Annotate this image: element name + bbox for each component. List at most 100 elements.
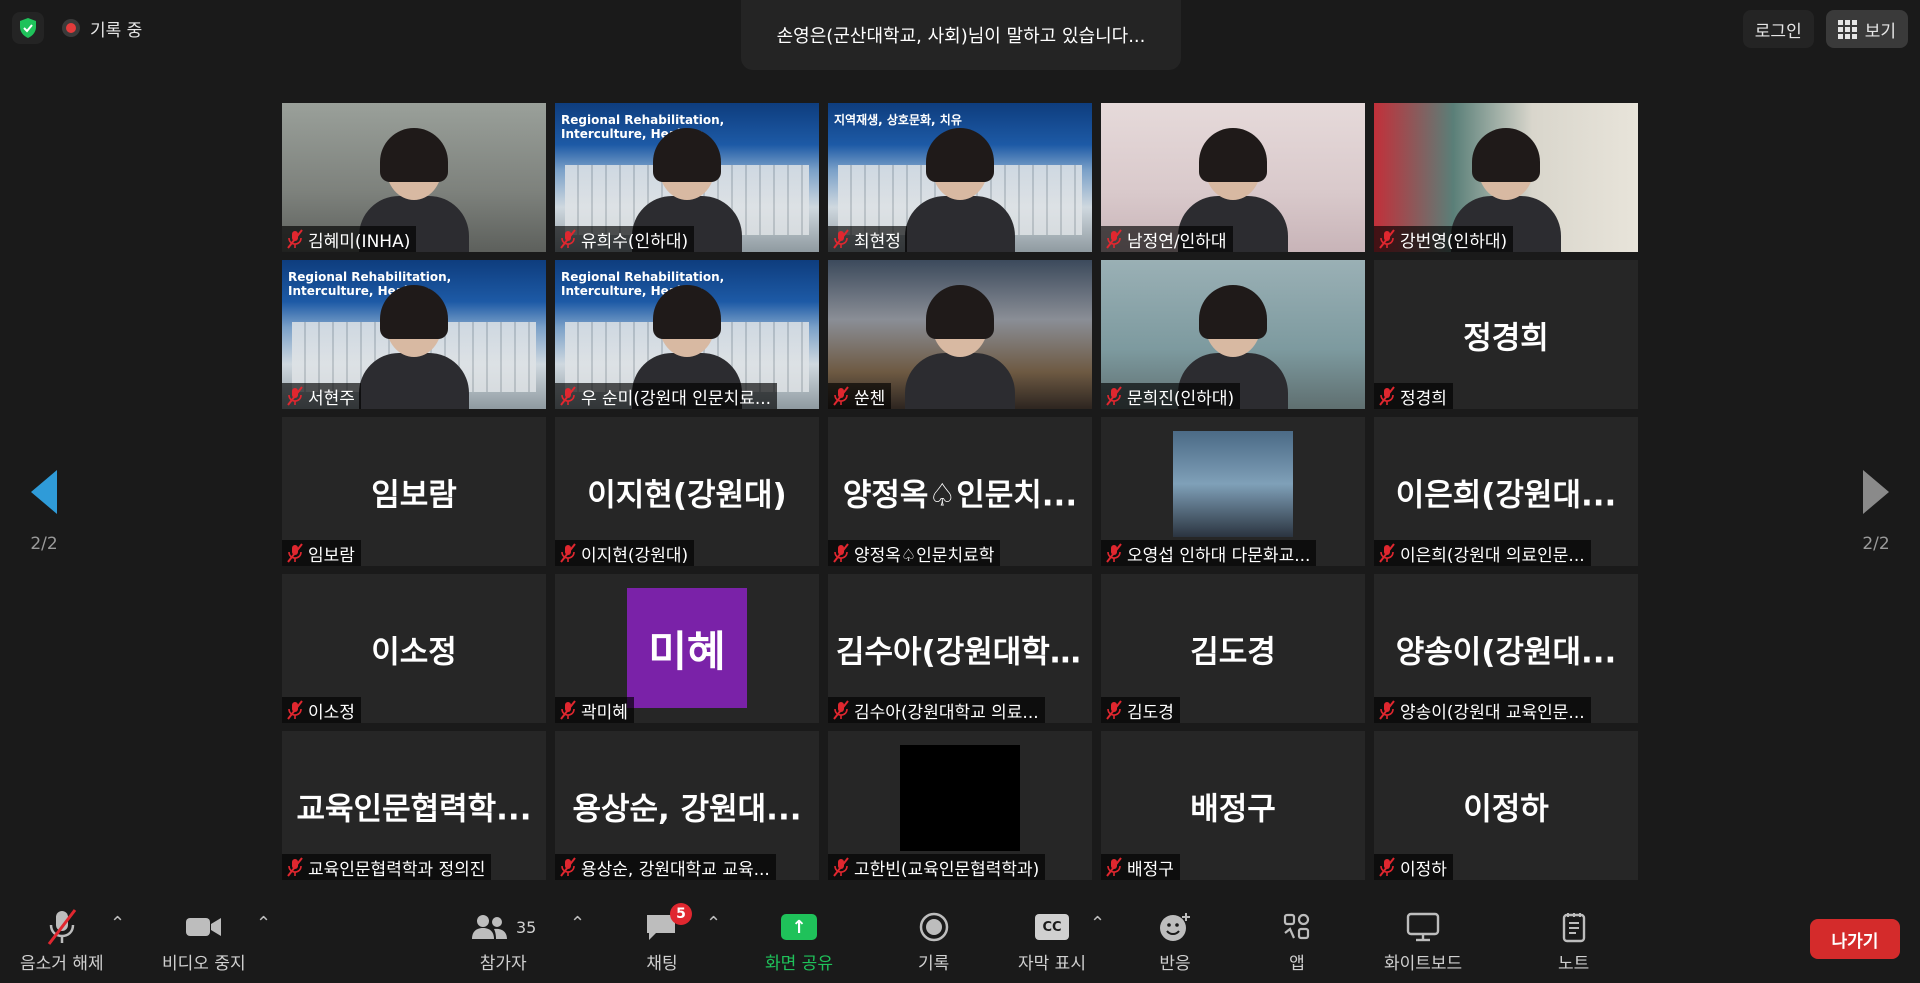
participant-tile[interactable]: 문희진(인하대) [1101, 260, 1365, 409]
participant-video-figure [905, 285, 1015, 409]
video-options-caret-icon[interactable]: ⌃ [256, 913, 271, 934]
muted-mic-icon [560, 386, 576, 406]
participant-tile[interactable]: 이소정 이소정 [282, 574, 546, 723]
participant-tile[interactable]: 남정연/인하대 [1101, 103, 1365, 252]
participants-button[interactable]: 35 참가자 [470, 907, 536, 974]
participant-name-text: 유희수(인하대) [581, 231, 689, 252]
view-label: 보기 [1864, 21, 1896, 42]
muted-mic-icon [833, 857, 849, 877]
participant-tile[interactable]: 양송이(강원대... 양송이(강원대 교육인문... [1374, 574, 1638, 723]
recording-label: 기록 중 [90, 20, 143, 41]
participant-tile[interactable]: 이정하 이정하 [1374, 731, 1638, 880]
apps-label: 앱 [1289, 954, 1305, 974]
whiteboard-icon [1406, 912, 1440, 942]
muted-mic-icon [1106, 386, 1122, 406]
participant-tile[interactable]: 김수아(강원대학... 김수아(강원대학교 의료... [828, 574, 1092, 723]
leave-meeting-button[interactable]: 나가기 [1810, 919, 1900, 959]
notes-icon [1562, 913, 1585, 943]
muted-mic-icon [833, 386, 849, 406]
chat-options-caret-icon[interactable]: ⌃ [706, 913, 721, 934]
participant-name-text: 김도경 [1127, 702, 1174, 723]
participant-tile[interactable]: 정경희 정경희 [1374, 260, 1638, 409]
participant-name-text: 우 순미(강원대 인문치료... [581, 388, 772, 409]
participant-tile[interactable]: Regional Rehabilitation, Interculture, H… [282, 260, 546, 409]
muted-mic-icon [1106, 543, 1122, 563]
participant-tile[interactable]: 강번영(인하대) [1374, 103, 1638, 252]
participant-name-label: 최현정 [828, 226, 907, 252]
participant-name-text: 강번영(인하대) [1400, 231, 1508, 252]
muted-mic-icon [1106, 857, 1122, 877]
participant-display-name: 임보람 [371, 477, 457, 513]
unmute-label: 음소거 해제 [20, 954, 104, 974]
participant-name-label: 강번영(인하대) [1374, 226, 1514, 252]
participant-name-label: 이소정 [282, 697, 361, 723]
login-button[interactable]: 로그인 [1742, 10, 1814, 48]
record-icon [919, 912, 948, 942]
muted-mic-icon [833, 700, 849, 720]
muted-mic-icon [1106, 229, 1122, 249]
participant-name-text: 양정옥♤인문치료학 [854, 545, 995, 566]
participant-tile[interactable]: 미혜 곽미혜 [555, 574, 819, 723]
muted-mic-icon [560, 700, 576, 720]
participant-tile[interactable]: Regional Rehabilitation, Interculture, H… [555, 260, 819, 409]
participant-name-text: 남정연/인하대 [1127, 231, 1227, 252]
participant-tile[interactable]: 지역재생, 상호문화, 치유 최현정 [828, 103, 1092, 252]
participant-tile[interactable]: 이은희(강원대... 이은희(강원대 의료인문... [1374, 417, 1638, 566]
participant-tile[interactable]: 고한빈(교육인문협력학과) [828, 731, 1092, 880]
participant-name-label: 이정하 [1374, 854, 1453, 880]
stop-video-label: 비디오 중지 [162, 954, 246, 974]
participant-display-name: 양송이(강원대... [1395, 634, 1617, 670]
participant-tile[interactable]: 배정구 배정구 [1101, 731, 1365, 880]
participant-tile[interactable]: 양정옥♤인문치... 양정옥♤인문치료학 [828, 417, 1092, 566]
page-number-right: 2/2 [1862, 534, 1890, 554]
participants-icon [472, 915, 507, 939]
notes-button[interactable]: 노트 [1558, 907, 1589, 974]
share-screen-arrow-icon: ↑ [780, 914, 817, 940]
participant-tile[interactable]: 오영섭 인하대 다문화교... [1101, 417, 1365, 566]
participant-display-name: 김수아(강원대학... [836, 634, 1086, 670]
reactions-label: 반응 [1159, 954, 1191, 974]
participant-name-text: 김혜미(INHA) [308, 231, 411, 252]
participant-name-text: 배정구 [1127, 859, 1174, 880]
captions-label: 자막 표시 [1018, 954, 1086, 974]
participant-tile[interactable]: 이지현(강원대) 이지현(강원대) [555, 417, 819, 566]
participant-tile[interactable]: 쑨첸 [828, 260, 1092, 409]
participant-display-name: 용상순, 강원대... [572, 791, 802, 827]
participant-tile[interactable]: 김혜미(INHA) [282, 103, 546, 252]
participant-name-text: 문희진(인하대) [1127, 388, 1235, 409]
participant-display-name: 이소정 [371, 634, 457, 670]
participant-tile[interactable]: Regional Rehabilitation, Interculture, H… [555, 103, 819, 252]
recording-indicator[interactable]: 기록 중 [62, 16, 142, 41]
captions-button[interactable]: CC 자막 표시 [1018, 907, 1086, 974]
participant-name-label: 양송이(강원대 교육인문... [1374, 697, 1591, 723]
participant-tile[interactable]: 용상순, 강원대... 용상순, 강원대학교 교육... [555, 731, 819, 880]
participant-name-label: 이지현(강원대) [555, 540, 695, 566]
page-number-left: 2/2 [30, 534, 58, 554]
participant-display-name: 이지현(강원대) [587, 477, 787, 513]
share-screen-button[interactable]: ↑ 화면 공유 [765, 907, 833, 974]
stop-video-button[interactable]: 비디오 중지 [162, 907, 246, 974]
security-shield-icon[interactable] [12, 12, 44, 44]
muted-mic-icon [833, 543, 849, 563]
unmute-button[interactable]: 음소거 해제 [20, 907, 104, 974]
participant-name-label: 문희진(인하대) [1101, 383, 1241, 409]
whiteboard-button[interactable]: 화이트보드 [1384, 907, 1462, 974]
participant-name-text: 김수아(강원대학교 의료... [854, 702, 1039, 723]
participant-video-figure [905, 128, 1015, 252]
chat-button[interactable]: 5 채팅 [644, 903, 692, 974]
previous-page-button[interactable]: 2/2 [14, 470, 74, 554]
participant-tile[interactable]: 김도경 김도경 [1101, 574, 1365, 723]
apps-icon [1283, 913, 1310, 940]
participant-tile[interactable]: 임보람 임보람 [282, 417, 546, 566]
participant-tile[interactable]: 교육인문협력학... 교육인문협력학과 정의진 [282, 731, 546, 880]
audio-options-caret-icon[interactable]: ⌃ [110, 913, 125, 934]
apps-button[interactable]: 앱 [1282, 907, 1312, 974]
participants-label: 참가자 [479, 954, 527, 974]
record-button[interactable]: 기록 [918, 907, 949, 974]
participants-options-caret-icon[interactable]: ⌃ [570, 913, 585, 934]
reactions-button[interactable]: 반응 [1158, 907, 1192, 974]
participant-name-text: 최현정 [854, 231, 901, 252]
view-button[interactable]: 보기 [1825, 10, 1908, 48]
next-page-button[interactable]: 2/2 [1846, 470, 1906, 554]
captions-options-caret-icon[interactable]: ⌃ [1090, 913, 1105, 934]
